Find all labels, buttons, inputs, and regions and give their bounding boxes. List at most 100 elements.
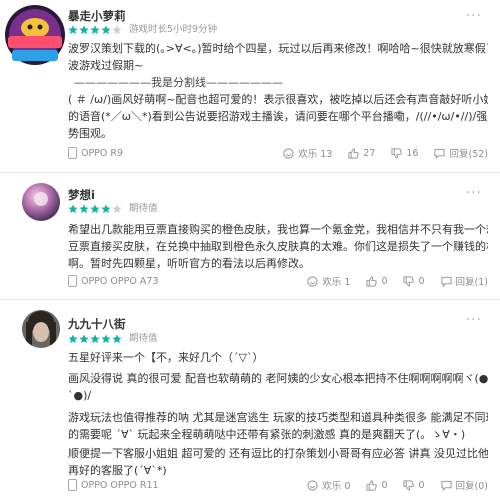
smile-icon <box>283 147 294 159</box>
reply-label: 回复(52) <box>449 149 488 160</box>
more-options-icon[interactable]: ··· <box>466 185 482 201</box>
star-icon <box>68 25 78 35</box>
expectation-label: 期待值 <box>129 333 158 344</box>
thumbs-down-count: 16 <box>406 147 419 159</box>
device-info: OPPO OPPO R11 <box>68 479 159 491</box>
star-icon <box>101 204 111 214</box>
thumbs-up-icon <box>348 147 360 159</box>
review-line: `●)/ <box>68 389 92 403</box>
review-line: 画风没得说 真的很可爱 配音也软萌萌的 老阿姨的少女心根本把持不住啊啊啊啊啊ヾ(… <box>68 372 488 386</box>
review-line: ( ＃ /ω/)画风好萌啊~配音也超可爱的！表示很喜欢，被吃掉以后还会有声音敲好… <box>68 93 488 106</box>
thumbs-up-button[interactable]: 0 <box>366 480 387 491</box>
star-icon <box>68 204 78 214</box>
thumbs-down-count: 0 <box>418 479 425 491</box>
phone-icon <box>68 479 77 491</box>
review-username[interactable]: 九九十八街 <box>68 316 126 332</box>
review-line: ———————我是分割线——————— <box>74 76 283 89</box>
device-label: OPPO R9 <box>81 147 124 159</box>
comment-icon <box>440 480 452 491</box>
more-options-icon[interactable]: ··· <box>466 8 482 24</box>
phone-icon <box>68 147 77 159</box>
review-line: 游戏玩法也值得推荐的呐 尤其是迷宫逃生 玩家的技巧类型和道具种类很多 能满足不同… <box>68 410 488 424</box>
phone-icon <box>68 275 77 287</box>
review-line: 顺便提一下客服小姐姐 超可爱的 还有逗比的打杂策划小哥哥有应必答 讲真 没见过比… <box>68 447 488 461</box>
star-icon <box>90 204 100 214</box>
review-line: 再好的客服了(´∀`*) <box>68 464 167 478</box>
reply-button[interactable]: 回复(0) <box>440 478 488 492</box>
star-icon <box>79 204 89 214</box>
review-card-1: 暴走小萝莉 游戏时长5小时9分钟 ··· 波罗汉策划下载的(｡>∀<｡)暂时给个… <box>0 0 500 166</box>
thumbs-up-button[interactable]: 27 <box>348 148 375 159</box>
expectation-label: 期待值 <box>129 203 158 214</box>
thumbs-down-icon <box>403 479 415 491</box>
review-username[interactable]: 暴走小萝莉 <box>68 8 126 24</box>
fun-button[interactable]: 欢乐 13 <box>283 146 332 160</box>
review-username[interactable]: 梦想i <box>68 187 95 203</box>
rating-stars: 期待值 <box>68 203 158 215</box>
avatar[interactable] <box>22 310 60 348</box>
fun-count: 欢乐 0 <box>322 481 351 492</box>
thumbs-up-count: 0 <box>381 275 388 287</box>
review-text: 波罗汉策划下载的(｡>∀<｡)暂时给个四星，玩过以后再来修改！啊哈哈~很快就放寒… <box>68 40 488 142</box>
avatar[interactable] <box>22 183 60 221</box>
review-line: 五星好评来一个【不，来好几个（´▽`） <box>68 351 264 364</box>
device-info: OPPO OPPO A73 <box>68 275 158 287</box>
fun-count: 欢乐 1 <box>322 277 351 288</box>
smile-icon <box>307 275 318 287</box>
device-label: OPPO OPPO R11 <box>81 479 159 491</box>
review-line: 希望出几款能用豆票直接购买的橙色皮肤，我也算一个氪金党，我相信并不只有我一个想用 <box>68 223 488 236</box>
play-time: 游戏时长5小时9分钟 <box>129 24 218 35</box>
star-icon <box>79 25 89 35</box>
review-line: 啊。暂时先四颗星，听听官方的看法以后再修改。 <box>68 257 310 270</box>
thumbs-down-count: 0 <box>418 275 425 287</box>
star-icon <box>79 334 89 344</box>
fun-count: 欢乐 13 <box>298 149 333 160</box>
reply-label: 回复(1) <box>455 277 488 288</box>
thumbs-down-button[interactable]: 0 <box>403 479 425 491</box>
review-line: 的需要呢 ´∀` 玩起来全程萌萌哒中还带有紧张的刺激感 真的是爽翻天了(。ゝ∀・… <box>68 427 466 441</box>
review-line: 的语音(*／ω＼*)看到公告说要招游戏主播诶，请问要在哪个平台播嘞，/(//•/… <box>68 110 488 123</box>
review-text: 五星好评来一个【不，来好几个（´▽`） 画风没得说 真的很可爱 配音也软萌萌的 … <box>68 349 488 479</box>
thumbs-up-icon <box>366 479 378 491</box>
thumbs-down-button[interactable]: 16 <box>391 148 418 159</box>
rating-stars: 期待值 <box>68 333 158 345</box>
thumbs-up-count: 0 <box>381 479 388 491</box>
review-text: 希望出几款能用豆票直接购买的橙色皮肤，我也算一个氪金党，我相信并不只有我一个想用… <box>68 221 488 272</box>
thumbs-down-button[interactable]: 0 <box>403 275 425 287</box>
smile-icon <box>307 479 318 491</box>
review-line: 豆票直接买皮肤，在兑换中抽取到橙色永久皮肤真的太难。你们这是损失了一个赚钱的机会 <box>68 240 488 253</box>
review-card-3: 九九十八街 期待值 ··· 五星好评来一个【不，来好几个（´▽`） 画风没得说 … <box>0 300 500 501</box>
review-line: 势围观。 <box>68 127 112 140</box>
rating-stars: 游戏时长5小时9分钟 <box>68 24 217 36</box>
thumbs-up-icon <box>366 275 378 287</box>
thumbs-down-icon <box>403 275 415 287</box>
star-icon <box>90 334 100 344</box>
device-info: OPPO R9 <box>68 147 123 159</box>
comment-icon <box>440 276 452 287</box>
star-icon <box>68 334 78 344</box>
star-icon <box>112 334 122 344</box>
reply-button[interactable]: 回复(52) <box>434 146 488 160</box>
fun-button[interactable]: 欢乐 1 <box>307 274 350 288</box>
review-line: 波游戏过假期~ <box>68 59 144 72</box>
review-footer: OPPO R9 欢乐 13 27 16 回复(52) <box>68 146 488 160</box>
game-logo <box>5 5 65 65</box>
star-icon <box>112 204 122 214</box>
thumbs-up-button[interactable]: 0 <box>366 276 387 287</box>
reply-label: 回复(0) <box>455 481 488 492</box>
review-card-2: 梦想i 期待值 ··· 希望出几款能用豆票直接购买的橙色皮肤，我也算一个氪金党，… <box>0 173 500 297</box>
device-label: OPPO OPPO A73 <box>81 275 159 287</box>
star-icon <box>101 334 111 344</box>
comment-icon <box>434 148 446 159</box>
review-footer: OPPO OPPO A73 欢乐 1 0 0 回复(1) <box>68 274 488 288</box>
fun-button[interactable]: 欢乐 0 <box>307 478 350 492</box>
reply-button[interactable]: 回复(1) <box>440 274 488 288</box>
thumbs-up-count: 27 <box>363 147 376 159</box>
thumbs-down-icon <box>391 147 403 159</box>
more-options-icon[interactable]: ··· <box>466 312 482 328</box>
review-footer: OPPO OPPO R11 欢乐 0 0 0 回复(0) <box>68 478 488 492</box>
star-icon <box>112 25 122 35</box>
star-icon <box>90 25 100 35</box>
star-icon <box>101 25 111 35</box>
review-line: 波罗汉策划下载的(｡>∀<｡)暂时给个四星，玩过以后再来修改！啊哈哈~很快就放寒… <box>68 42 488 55</box>
